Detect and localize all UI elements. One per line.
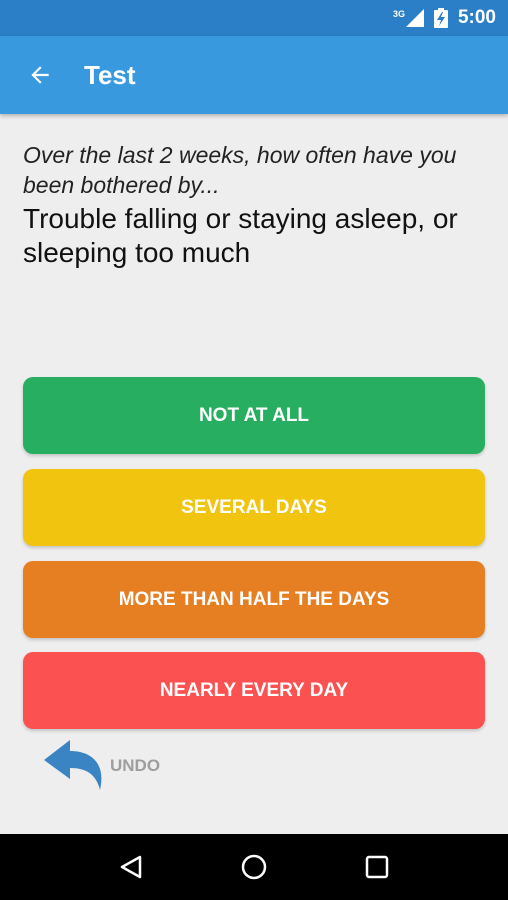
question-area: Over the last 2 weeks, how often have yo…	[23, 140, 485, 270]
answer-button-not-at-all[interactable]: NOT AT ALL	[23, 377, 485, 454]
nav-back-button[interactable]	[106, 842, 156, 892]
undo-label: UNDO	[110, 756, 161, 775]
recents-square-icon	[365, 855, 388, 879]
answer-button-more-than-half[interactable]: MORE THAN HALF THE DAYS	[23, 561, 485, 638]
network-signal: 3G	[393, 9, 424, 27]
status-bar: 3G 5:00	[0, 0, 508, 36]
home-circle-icon	[241, 854, 267, 880]
answer-button-several-days[interactable]: SEVERAL DAYS	[23, 469, 485, 546]
app-bar: Test	[0, 36, 508, 114]
undo-button[interactable]: UNDO	[40, 735, 160, 795]
nav-recents-button[interactable]	[352, 842, 402, 892]
clock: 5:00	[457, 7, 496, 28]
navigation-bar	[0, 834, 508, 900]
signal-icon	[405, 9, 424, 27]
question-text: Trouble falling or staying asleep, or sl…	[23, 203, 458, 268]
battery-icon	[433, 8, 448, 28]
question-prompt: Over the last 2 weeks, how often have yo…	[23, 142, 457, 198]
page-title: Test	[84, 59, 136, 90]
answer-button-nearly-every-day[interactable]: NEARLY EVERY DAY	[23, 652, 485, 729]
undo-arrow-icon	[44, 740, 102, 790]
back-triangle-icon	[121, 855, 142, 879]
arrow-left-icon	[31, 66, 49, 84]
network-type-label: 3G	[392, 9, 405, 19]
back-button[interactable]	[0, 36, 80, 114]
nav-home-button[interactable]	[229, 842, 279, 892]
